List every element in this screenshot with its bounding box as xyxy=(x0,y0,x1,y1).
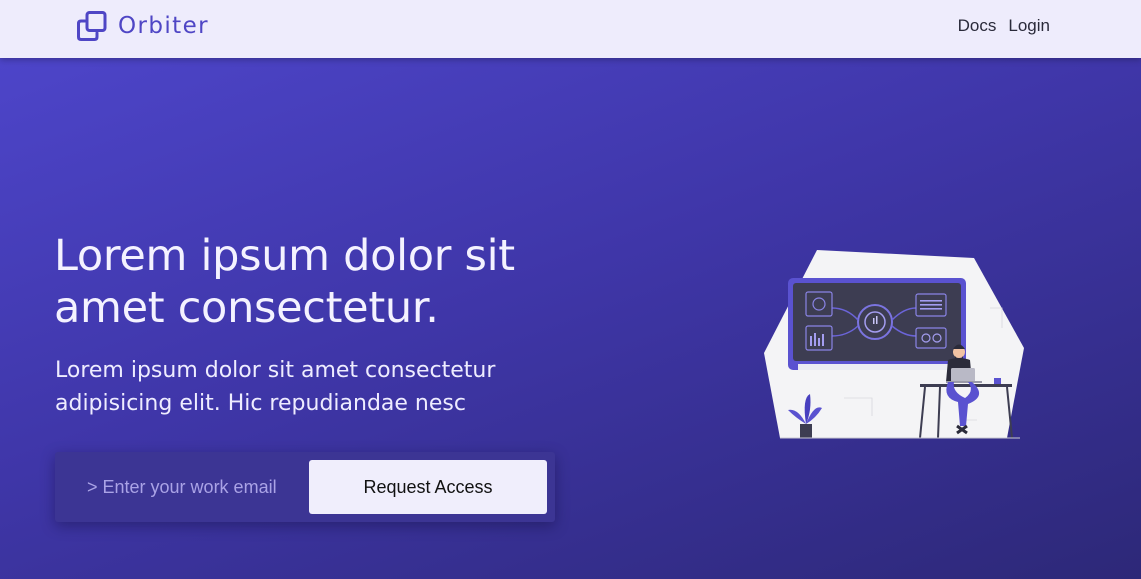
navbar: Orbiter Docs Login xyxy=(0,0,1141,58)
overlapping-squares-logo-icon xyxy=(77,11,107,41)
hero-headline: Lorem ipsum dolor sit amet consectetur. xyxy=(54,231,515,333)
nav-links: Docs Login xyxy=(958,16,1050,36)
brand-name: Orbiter xyxy=(118,13,209,39)
signup-form: Request Access xyxy=(55,452,555,522)
person-at-dashboard-illustration xyxy=(764,250,1024,439)
hero-subtext: Lorem ipsum dolor sit amet consectetur a… xyxy=(55,358,496,416)
email-input[interactable] xyxy=(77,460,307,514)
request-access-button[interactable]: Request Access xyxy=(309,460,547,514)
brand-logo-link[interactable]: Orbiter xyxy=(76,10,209,42)
nav-link-login[interactable]: Login xyxy=(1008,16,1050,36)
hero-section: Lorem ipsum dolor sit amet consectetur. … xyxy=(0,58,1141,579)
nav-link-docs[interactable]: Docs xyxy=(958,16,997,36)
